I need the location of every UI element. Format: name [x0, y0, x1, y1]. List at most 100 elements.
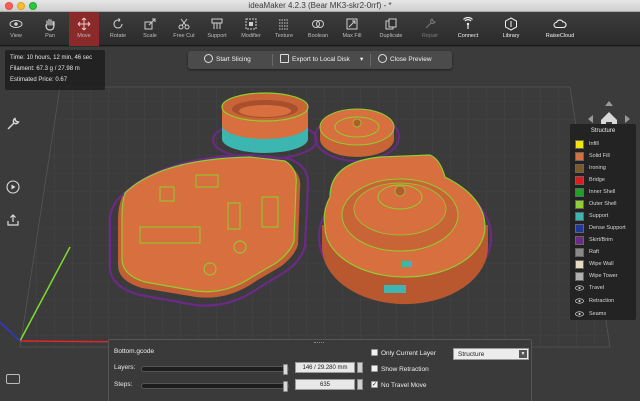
checkbox-box[interactable]	[371, 349, 378, 356]
raisecloud-button[interactable]: RaiseCloud	[544, 12, 576, 46]
legend-item[interactable]: Raft	[575, 247, 633, 259]
steps-stepper[interactable]	[357, 379, 363, 390]
boolean-tool-button[interactable]: Boolean	[304, 12, 332, 46]
move-tool-button[interactable]: Move	[69, 12, 99, 46]
legend-label: Bridge	[589, 177, 605, 183]
legend-color-swatch[interactable]	[575, 152, 584, 161]
legend-item[interactable]: Inner Shell	[575, 187, 633, 199]
upload-icon[interactable]	[6, 213, 20, 229]
only-current-layer-checkbox[interactable]: Only Current Layer	[371, 349, 436, 360]
pan-tool-button[interactable]: Pan	[36, 12, 64, 46]
steps-value-field[interactable]: 635	[295, 379, 355, 390]
layers-slider[interactable]	[141, 364, 289, 375]
boolean-icon	[312, 20, 324, 28]
move-icon	[77, 17, 91, 31]
legend-item[interactable]: Ironing	[575, 163, 633, 175]
modifier-tool-button[interactable]: Modifier	[237, 12, 265, 46]
toolbar-label: Rotate	[109, 33, 127, 39]
legend-color-swatch[interactable]	[575, 164, 584, 173]
layers-value-field[interactable]: 146 / 29.280 mm	[295, 362, 355, 373]
support-tool-button[interactable]: Support	[203, 12, 231, 46]
close-preview-button[interactable]: Close Preview	[378, 51, 432, 69]
legend-label: Solid Fill	[589, 153, 610, 159]
view-mode-select[interactable]: Structure ▼	[453, 348, 529, 360]
legend-item[interactable]: Support	[575, 211, 633, 223]
legend-color-swatch[interactable]	[575, 176, 584, 185]
support-icon	[211, 18, 223, 29]
legend-color-swatch[interactable]	[575, 224, 584, 233]
hand-icon	[45, 18, 55, 31]
library-button[interactable]: Library	[497, 12, 525, 46]
play-preview-icon[interactable]	[6, 180, 20, 196]
legend-item[interactable]: Dense Support	[575, 223, 633, 235]
eye-icon[interactable]	[575, 285, 584, 291]
connect-button[interactable]: Connect	[454, 12, 482, 46]
small-disc-part[interactable]	[314, 108, 400, 162]
legend-color-swatch[interactable]	[575, 200, 584, 209]
keyboard-icon[interactable]	[6, 374, 20, 384]
divider	[370, 54, 371, 66]
legend-item[interactable]: Bridge	[575, 175, 633, 187]
legend-label: Raft	[589, 249, 600, 255]
scale-tool-button[interactable]: Scale	[136, 12, 164, 46]
legend-toggle[interactable]: Retraction	[575, 296, 633, 308]
chevron-down-icon: ▼	[519, 350, 527, 358]
steps-slider-thumb[interactable]	[283, 381, 288, 392]
scale-icon	[144, 18, 156, 30]
legend-label: Outer Shell	[589, 201, 617, 207]
export-label: Export to Local Disk	[292, 56, 350, 63]
arrow-left-icon[interactable]	[588, 115, 593, 123]
legend-item[interactable]: Outer Shell	[575, 199, 633, 211]
checkbox-box[interactable]: ✓	[371, 381, 378, 388]
legend-title: Structure	[590, 128, 616, 134]
legend-toggle[interactable]: Travel	[575, 283, 633, 295]
toolbar-label: Repair	[421, 33, 439, 39]
legend-item[interactable]: Wipe Tower	[575, 271, 633, 283]
legend-color-swatch[interactable]	[575, 236, 584, 245]
eye-icon[interactable]	[575, 311, 584, 317]
duplicate-tool-button[interactable]: Duplicate	[377, 12, 405, 46]
checkbox-label: No Travel Move	[381, 382, 427, 390]
toolbar-label: RaiseCloud	[545, 33, 575, 39]
legend-item[interactable]: Skirt/Brim	[575, 235, 633, 247]
legend-item[interactable]: Solid Fill	[575, 151, 633, 163]
view-tool-button[interactable]: View	[2, 12, 30, 46]
legend-color-swatch[interactable]	[575, 212, 584, 221]
legend-color-swatch[interactable]	[575, 272, 584, 281]
legend-color-swatch[interactable]	[575, 248, 584, 257]
legend-item[interactable]: Infill	[575, 139, 633, 151]
toolbar-label: Pan	[45, 33, 55, 39]
settings-wrench-icon[interactable]	[6, 117, 20, 133]
legend-color-swatch[interactable]	[575, 188, 584, 197]
legend-label: Inner Shell	[589, 189, 616, 195]
show-retraction-checkbox[interactable]: Show Retraction	[371, 365, 429, 376]
panel-drag-handle[interactable]	[314, 342, 324, 344]
arrow-up-icon[interactable]	[605, 101, 613, 106]
export-dropdown-arrow[interactable]: ▾	[360, 51, 363, 69]
duplicate-icon	[385, 18, 397, 30]
legend-color-swatch[interactable]	[575, 260, 584, 269]
export-button[interactable]: Export to Local Disk	[280, 51, 350, 69]
eye-icon[interactable]	[575, 298, 584, 304]
export-icon	[280, 53, 289, 63]
rotate-tool-button[interactable]: Rotate	[104, 12, 132, 46]
no-travel-move-checkbox[interactable]: ✓ No Travel Move	[371, 381, 427, 392]
max-fill-tool-button[interactable]: Max Fill	[338, 12, 366, 46]
legend-item[interactable]: Wipe Wall	[575, 259, 633, 271]
free-cut-tool-button[interactable]: Free Cut	[170, 12, 198, 46]
toolbar-label: Library	[502, 33, 520, 39]
legend-label: Wipe Tower	[589, 273, 618, 279]
view-mode-value: Structure	[458, 351, 485, 358]
layers-stepper[interactable]	[357, 362, 363, 373]
close-circle-icon	[378, 53, 387, 63]
legend-toggle[interactable]: Seams	[575, 309, 633, 321]
legend-color-swatch[interactable]	[575, 140, 584, 149]
checkbox-box[interactable]	[371, 365, 378, 372]
arrow-right-icon[interactable]	[625, 115, 630, 123]
repair-tool-button[interactable]: Repair	[416, 12, 444, 46]
layers-slider-thumb[interactable]	[283, 364, 288, 375]
start-slicing-button[interactable]: Start Slicing	[204, 51, 251, 69]
texture-tool-button[interactable]: Texture	[270, 12, 298, 46]
print-time: Time: 10 hours, 12 min, 46 sec	[10, 55, 93, 61]
steps-slider[interactable]	[141, 381, 289, 392]
